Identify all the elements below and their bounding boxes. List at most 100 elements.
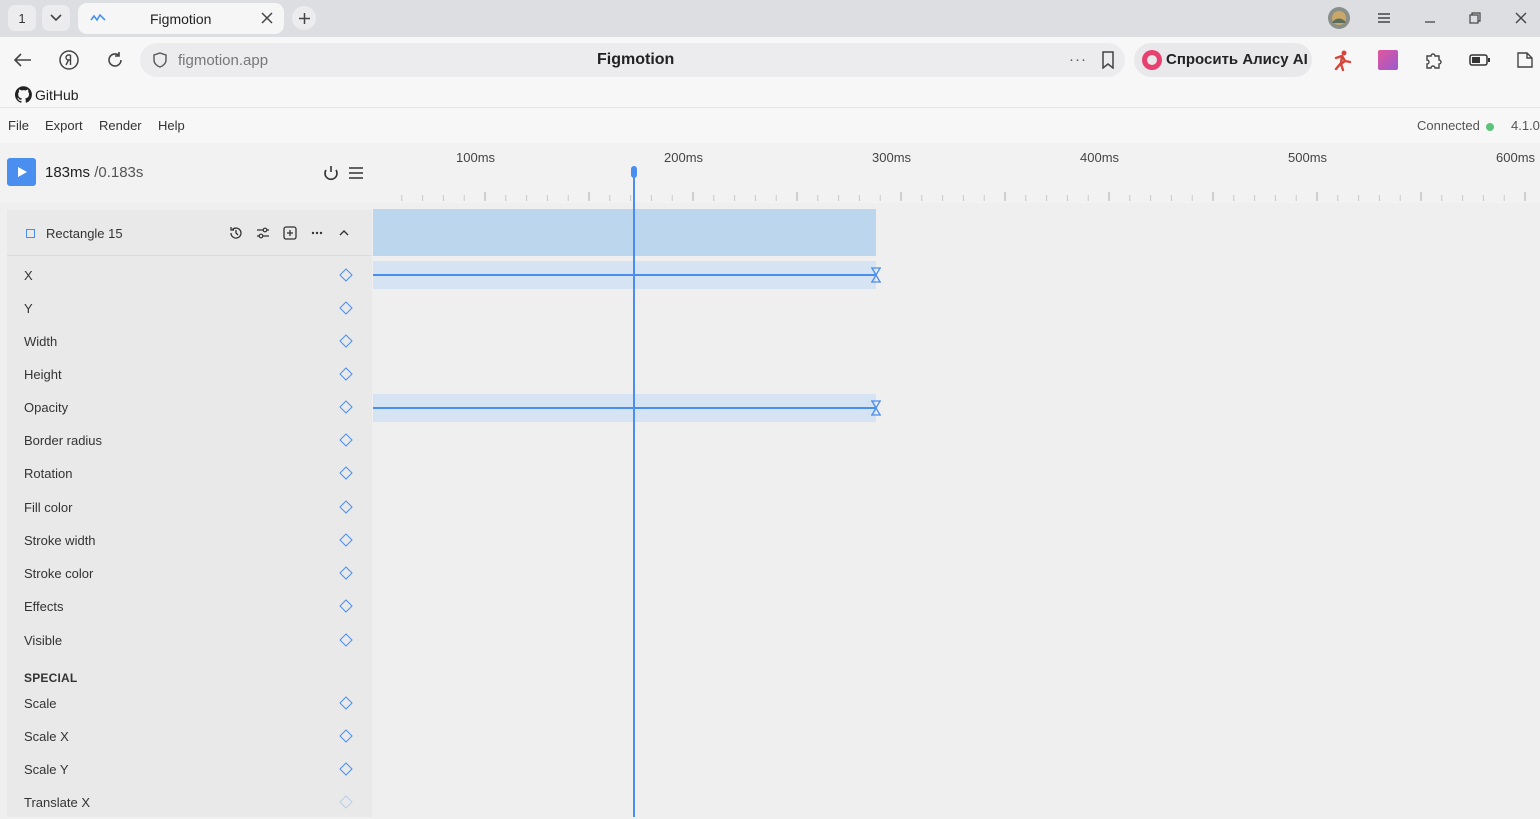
keyframe-diamond-icon[interactable] (339, 696, 353, 710)
keyframe-diamond-icon[interactable] (339, 301, 353, 315)
property-row-stroke-color[interactable]: Stroke color (7, 557, 372, 590)
tab-list-button[interactable] (42, 5, 70, 31)
profile-avatar[interactable] (1327, 6, 1351, 30)
property-row-border-radius[interactable]: Border radius (7, 424, 372, 457)
tab-counter-button[interactable]: 1 (8, 5, 36, 31)
restore-icon (1469, 12, 1481, 24)
keyframe-diamond-icon[interactable] (339, 268, 353, 282)
plus-icon (298, 12, 310, 24)
timeline-ruler[interactable]: 100ms 200ms 300ms 400ms 500ms 600ms (373, 143, 1540, 203)
reload-button[interactable] (104, 49, 126, 71)
battery-indicator[interactable] (1469, 49, 1491, 71)
property-row-y[interactable]: Y (7, 292, 372, 325)
property-row-effects[interactable]: Effects (7, 590, 372, 623)
special-section-title: SPECIAL (24, 671, 78, 685)
property-row-fill-color[interactable]: Fill color (7, 491, 372, 524)
ruler-label-300: 300ms (872, 150, 912, 165)
sidebar-panel-icon (1517, 52, 1533, 68)
property-label: Stroke width (24, 533, 96, 548)
timeline-area[interactable] (373, 203, 1540, 817)
extensions-button[interactable] (1423, 49, 1445, 71)
property-row-visible[interactable]: Visible (7, 624, 372, 657)
property-row-stroke-width[interactable]: Stroke width (7, 524, 372, 557)
close-tab-icon[interactable] (260, 11, 274, 25)
property-label: Width (24, 334, 58, 349)
property-row-width[interactable]: Width (7, 325, 372, 358)
more-icon[interactable] (310, 226, 324, 240)
property-label: Translate X (24, 795, 90, 810)
address-bar[interactable]: figmotion.app Figmotion ··· (140, 43, 1125, 77)
property-row-scale-y[interactable]: Scale Y (7, 753, 372, 786)
keyframe-diamond-icon[interactable] (339, 367, 353, 381)
easing-handle-icon[interactable] (869, 400, 883, 416)
menu-file[interactable]: File (8, 118, 29, 133)
keyframe-diamond-icon[interactable] (339, 729, 353, 743)
downloads-button[interactable] (1514, 49, 1536, 71)
keyframe-diamond-icon[interactable] (339, 762, 353, 776)
property-row-opacity[interactable]: Opacity (7, 391, 372, 424)
property-label: Stroke color (24, 566, 94, 581)
property-row-translate-x[interactable]: Translate X (7, 786, 372, 819)
property-label: Effects (24, 599, 64, 614)
keyframe-diamond-icon[interactable] (339, 334, 353, 348)
version-label: 4.1.0 (1511, 118, 1540, 133)
running-figure-icon (1334, 50, 1352, 71)
github-link[interactable]: GitHub (15, 86, 79, 103)
track-x[interactable] (373, 261, 881, 289)
menu-help[interactable]: Help (158, 118, 185, 133)
property-row-rotation[interactable]: Rotation (7, 457, 372, 490)
keyframe-diamond-icon[interactable] (339, 633, 353, 647)
add-keyframe-icon[interactable] (283, 226, 297, 240)
playhead-handle[interactable] (631, 166, 637, 178)
easing-handle-icon[interactable] (869, 267, 883, 283)
yandex-button[interactable] (58, 49, 80, 71)
ask-alice-button[interactable]: Спросить Алису AI (1134, 43, 1312, 77)
property-row-height[interactable]: Height (7, 358, 372, 391)
current-time-ms: 183ms (45, 164, 91, 181)
history-icon[interactable] (229, 226, 243, 240)
loop-icon[interactable] (322, 164, 340, 182)
list-icon[interactable] (347, 164, 365, 182)
track-opacity[interactable] (373, 394, 881, 422)
browser-menu-button[interactable] (1375, 9, 1393, 27)
close-window-button[interactable] (1512, 9, 1530, 27)
menu-render[interactable]: Render (99, 118, 142, 133)
property-label: Fill color (24, 500, 73, 515)
gradient-square-icon (1378, 50, 1398, 70)
browser-tab-figmotion[interactable]: Figmotion (78, 3, 284, 34)
property-label: Scale (24, 696, 57, 711)
property-label: Y (24, 301, 33, 316)
keyframe-diamond-icon[interactable] (339, 795, 353, 809)
property-label: Visible (24, 633, 63, 648)
keyframe-diamond-icon[interactable] (339, 599, 353, 613)
keyframe-diamond-icon[interactable] (339, 533, 353, 547)
property-row-x[interactable]: X (7, 259, 372, 292)
new-tab-button[interactable] (292, 6, 316, 30)
layer-duration-bar[interactable] (373, 209, 876, 256)
minimize-button[interactable] (1421, 9, 1439, 27)
sliders-icon[interactable] (256, 226, 270, 240)
property-row-scale[interactable]: Scale (7, 687, 372, 720)
keyframe-diamond-icon[interactable] (339, 466, 353, 480)
play-button[interactable] (7, 158, 36, 186)
more-options-button[interactable]: ··· (1069, 51, 1087, 68)
alice-label: Спросить Алису AI (1166, 51, 1308, 68)
property-label: Border radius (24, 433, 103, 448)
menu-export[interactable]: Export (45, 118, 83, 133)
bookmark-icon[interactable] (1100, 51, 1116, 69)
extension-2[interactable] (1377, 49, 1399, 71)
restore-button[interactable] (1466, 9, 1484, 27)
layer-header[interactable]: Rectangle 15 (7, 210, 372, 256)
extension-1[interactable] (1331, 49, 1353, 71)
chevron-up-icon[interactable] (337, 226, 351, 240)
layer-name: Rectangle 15 (46, 226, 123, 241)
ruler-label-200: 200ms (664, 150, 704, 165)
playhead-line[interactable] (633, 167, 635, 817)
keyframe-diamond-icon[interactable] (339, 400, 353, 414)
keyframe-diamond-icon[interactable] (339, 500, 353, 514)
property-row-scale-x[interactable]: Scale X (7, 720, 372, 753)
close-icon (1515, 12, 1527, 24)
keyframe-diamond-icon[interactable] (339, 433, 353, 447)
keyframe-diamond-icon[interactable] (339, 566, 353, 580)
back-button[interactable] (12, 49, 34, 71)
